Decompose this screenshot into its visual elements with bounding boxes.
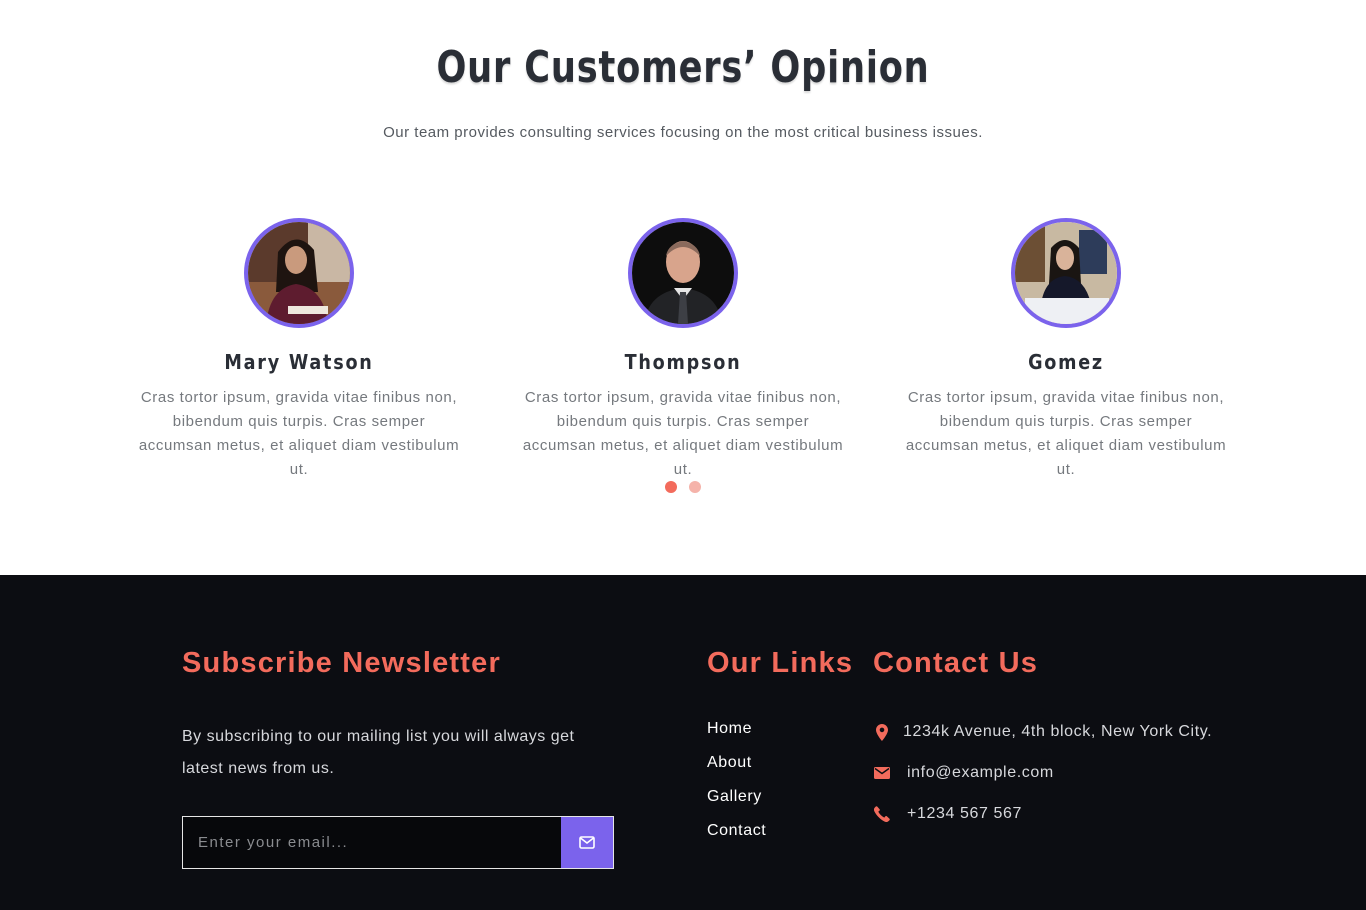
section-title: Our Customers’ Opinion	[436, 42, 930, 93]
carousel-pagination	[0, 480, 1366, 498]
newsletter-form	[182, 816, 614, 869]
avatar-photo-man	[632, 222, 734, 324]
avatar-photo-woman	[248, 222, 350, 324]
footer-link-contact[interactable]: Contact	[707, 822, 766, 842]
carousel-dot-1[interactable]	[665, 481, 677, 493]
avatar-photo-woman-desk	[1015, 222, 1117, 324]
contact-address-text: 1234k Avenue, 4th block, New York City.	[903, 723, 1213, 740]
contact-email-text[interactable]: info@example.com	[907, 764, 1054, 782]
customer-name: Thompson	[624, 350, 742, 374]
subscribe-button[interactable]	[561, 817, 613, 868]
contact-phone-text[interactable]: +1234 567 567	[907, 805, 1022, 823]
contact-phone: +1234 567 567	[873, 802, 1212, 826]
contact-heading: Contact Us	[873, 647, 1039, 679]
customer-quote: Cras tortor ipsum, gravida vitae finibus…	[522, 389, 844, 478]
avatar	[1011, 218, 1121, 328]
customer-quote: Cras tortor ipsum, gravida vitae finibus…	[905, 389, 1227, 478]
map-marker-icon	[873, 723, 891, 741]
customer-name: Mary Watson	[224, 350, 374, 374]
email-input[interactable]	[183, 817, 561, 868]
newsletter-description: By subscribing to our mailing list you w…	[182, 728, 575, 777]
testimonial-card: Mary Watson Cras tortor ipsum, gravida v…	[129, 218, 469, 482]
testimonial-card: Gomez Cras tortor ipsum, gravida vitae f…	[896, 218, 1236, 482]
customer-name: Gomez	[1028, 350, 1104, 374]
footer: Subscribe Newsletter By subscribing to o…	[0, 575, 1366, 910]
footer-links: Home About Gallery Contact	[707, 720, 766, 856]
section-subtitle: Our team provides consulting services fo…	[383, 124, 983, 141]
footer-link-about[interactable]: About	[707, 754, 766, 774]
phone-icon	[873, 805, 891, 823]
contact-address: 1234k Avenue, 4th block, New York City.	[873, 720, 1212, 744]
testimonials-section: Our Customers’ Opinion Our team provides…	[0, 0, 1366, 575]
footer-link-home[interactable]: Home	[707, 720, 766, 740]
links-heading: Our Links	[707, 647, 854, 679]
envelope-icon	[579, 836, 595, 849]
carousel-dot-2[interactable]	[689, 481, 701, 493]
customer-quote: Cras tortor ipsum, gravida vitae finibus…	[138, 389, 460, 478]
contact-email: info@example.com	[873, 761, 1212, 785]
footer-link-gallery[interactable]: Gallery	[707, 788, 766, 808]
avatar	[628, 218, 738, 328]
avatar	[244, 218, 354, 328]
contact-info: 1234k Avenue, 4th block, New York City. …	[873, 720, 1212, 843]
newsletter-heading: Subscribe Newsletter	[182, 647, 501, 679]
testimonial-card: Thompson Cras tortor ipsum, gravida vita…	[513, 218, 853, 482]
envelope-icon	[873, 764, 891, 782]
